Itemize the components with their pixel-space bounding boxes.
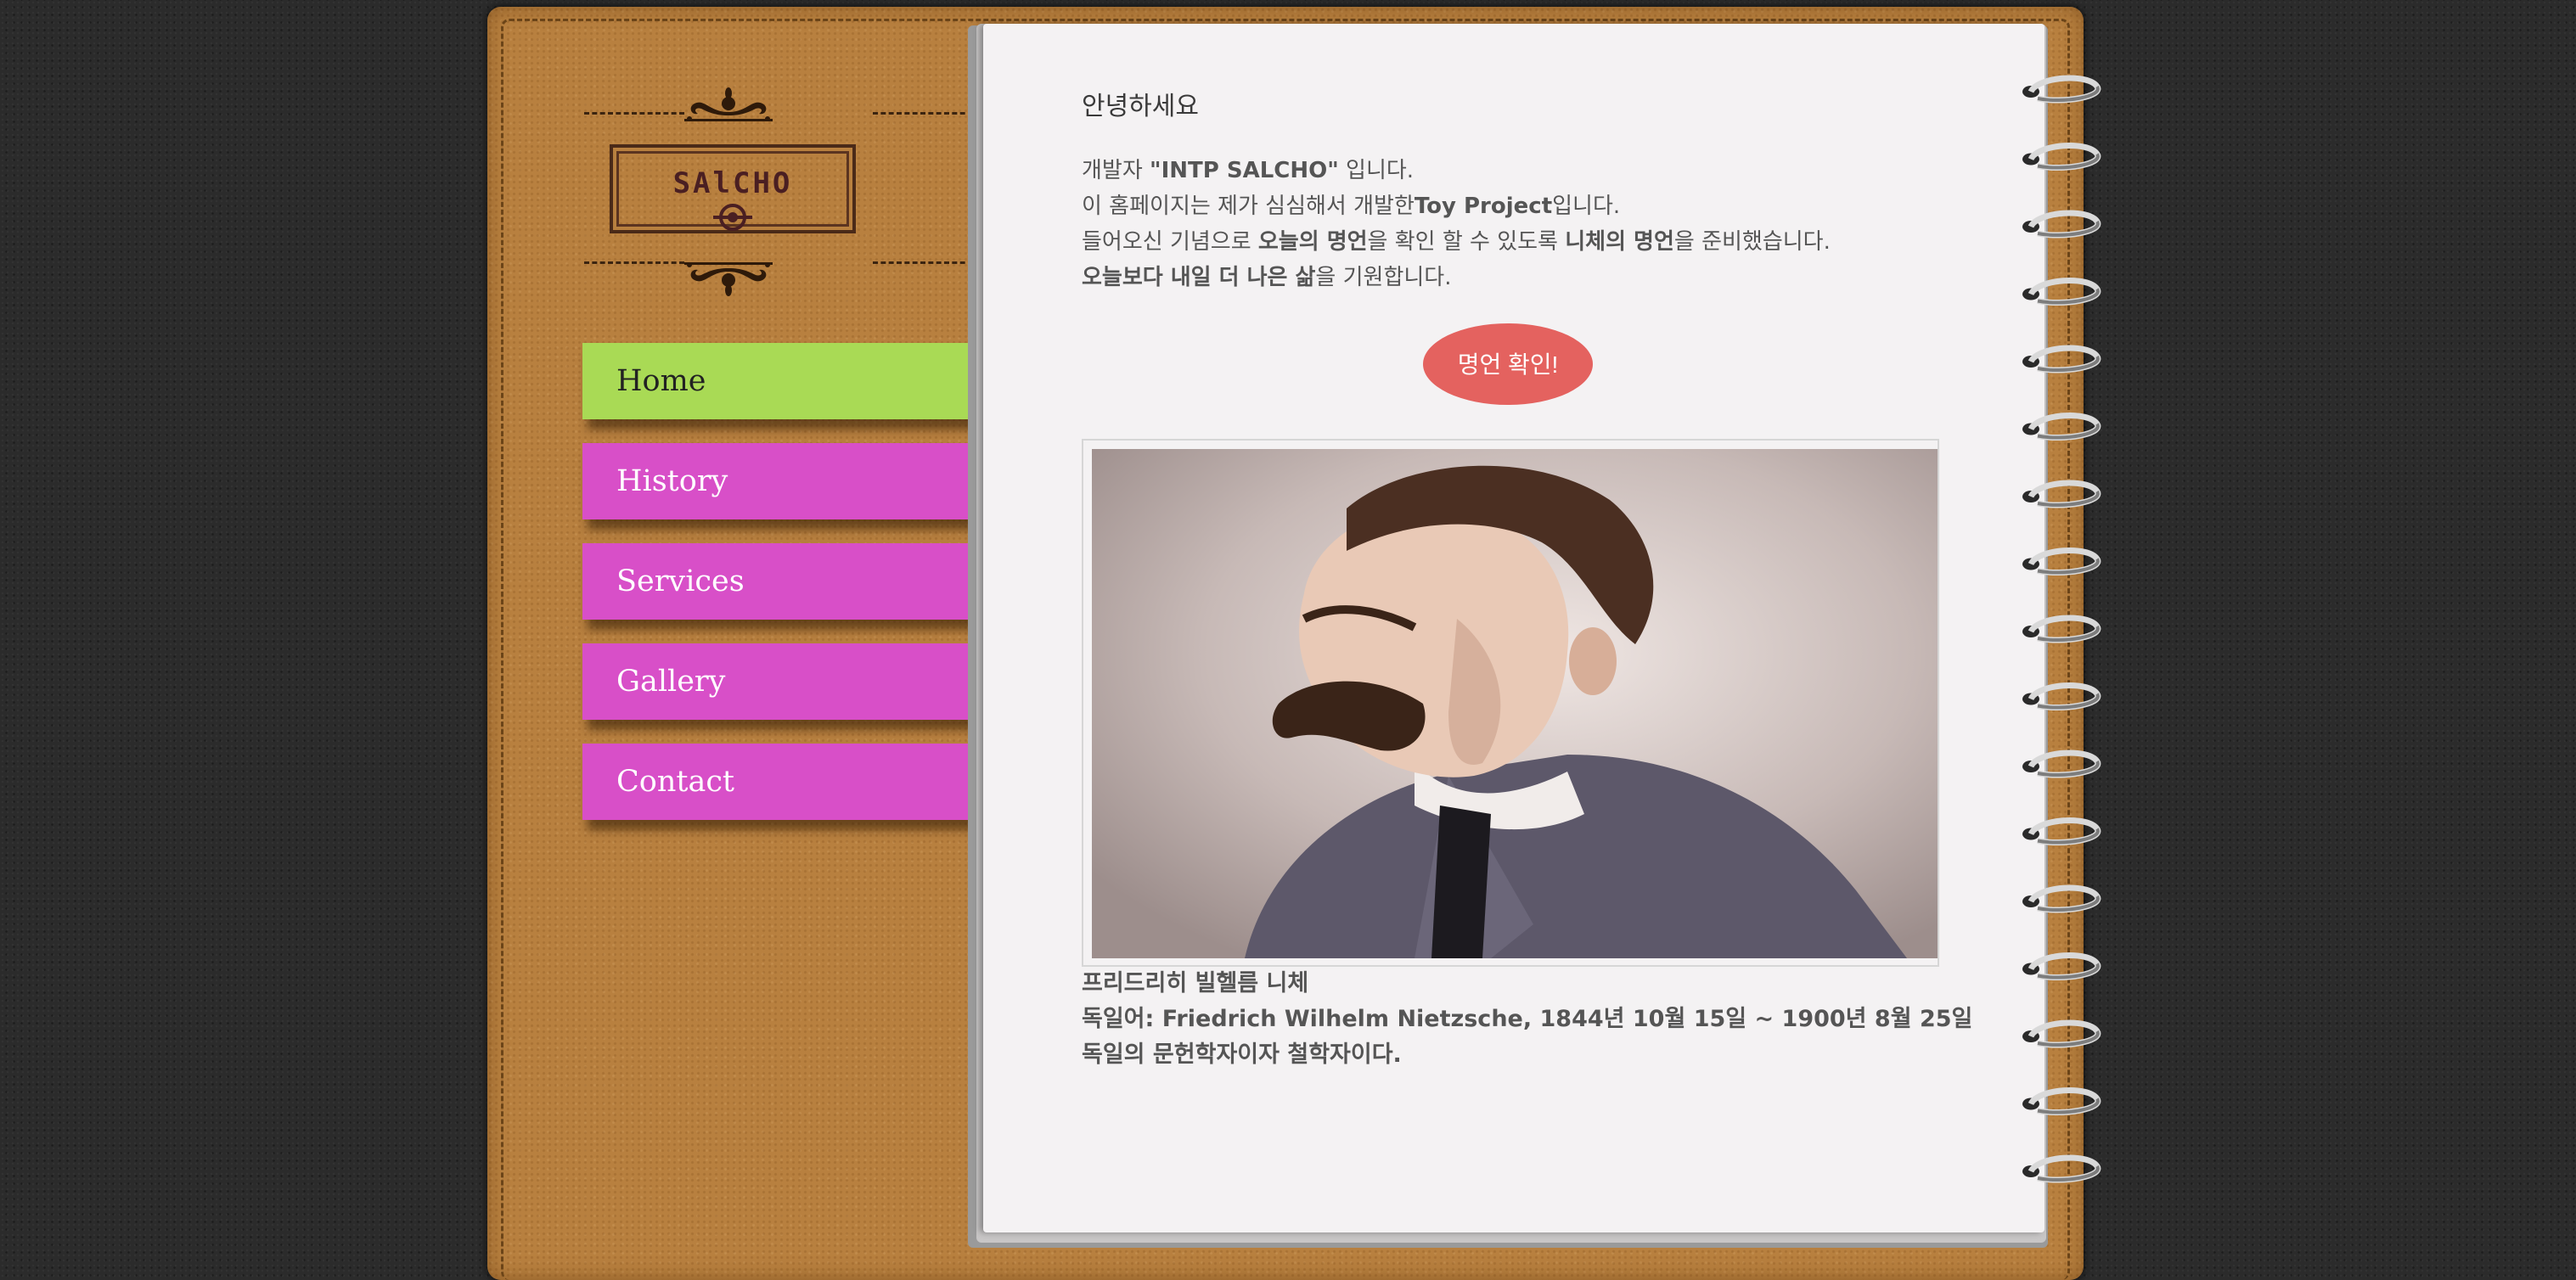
binding-ring-icon	[2022, 480, 2101, 508]
binding-ring-icon	[2022, 682, 2101, 710]
binding-ring-icon	[2022, 75, 2101, 104]
intro-emphasis: 오늘보다 내일 더 나은 삶	[1082, 265, 1316, 290]
logo-stamp: SAlCHO	[610, 144, 856, 233]
binding-ring-icon	[2022, 143, 2101, 171]
intro-line-3: 들어오신 기념으로 오늘의 명언을 확인 할 수 있도록 니체의 명언을 준비했…	[1082, 224, 1831, 260]
greeting-heading: 안녕하세요	[1082, 92, 1199, 121]
binding-ring-icon	[2022, 547, 2101, 575]
binding-ring-icon	[2022, 1154, 2101, 1183]
binding-ring-icon	[2022, 884, 2101, 913]
divider	[873, 112, 973, 115]
nav-item-gallery[interactable]: Gallery	[582, 643, 970, 720]
intro-text: 개발자 "INTP SALCHO" 입니다. 이 홈페이지는 제가 심심해서 개…	[1082, 153, 1831, 295]
binding-ring-icon	[2022, 1019, 2101, 1048]
check-quote-button[interactable]: 명언 확인!	[1423, 323, 1593, 405]
nietzsche-portrait-image	[1092, 449, 1938, 958]
nav-item-services[interactable]: Services	[582, 543, 970, 620]
portrait-frame	[1082, 439, 1939, 967]
intro-emphasis: Toy Project	[1414, 194, 1553, 219]
binding-ring-icon	[2022, 1087, 2101, 1115]
intro-text-part: 을 기원합니다.	[1315, 265, 1452, 290]
intro-emphasis: 오늘의 명언	[1257, 229, 1368, 255]
divider	[584, 261, 684, 264]
binding-ring-icon	[2022, 345, 2101, 373]
site-logo[interactable]: SAlCHO	[584, 76, 973, 296]
binding-ring-icon	[2022, 952, 2101, 980]
intro-line-1: 개발자 "INTP SALCHO" 입니다.	[1082, 153, 1831, 188]
logo-text: SAlCHO	[672, 166, 793, 200]
caption-description: 독일의 문헌학자이자 철학자이다.	[1082, 1041, 1402, 1068]
portrait-caption: 프리드리히 빌헬름 니체 독일어: Friedrich Wilhelm Niet…	[1082, 966, 1972, 1073]
intro-text-part: 입니다.	[1552, 194, 1621, 219]
target-ornament-icon	[713, 204, 752, 231]
binding-ring-icon	[2022, 413, 2101, 441]
caption-name: 프리드리히 빌헬름 니체	[1082, 970, 1309, 996]
nav-item-home[interactable]: Home	[582, 343, 978, 419]
spiral-binding-rings	[2022, 75, 2101, 1183]
intro-line-2: 이 홈페이지는 제가 심심해서 개발한Toy Project입니다.	[1082, 188, 1831, 224]
nav-item-contact[interactable]: Contact	[582, 744, 970, 820]
binding-ring-icon	[2022, 210, 2101, 239]
intro-text-part: 들어오신 기념으로	[1082, 229, 1258, 255]
intro-text-part: 입니다.	[1338, 158, 1415, 183]
divider	[873, 261, 973, 264]
binding-ring-icon	[2022, 615, 2101, 643]
intro-text-part: 개발자	[1082, 158, 1150, 183]
intro-text-part: 을 확인 할 수 있도록	[1367, 229, 1566, 255]
divider	[584, 112, 684, 115]
intro-emphasis: "INTP SALCHO"	[1150, 158, 1339, 183]
flourish-bottom-icon	[684, 262, 773, 296]
nav-item-history[interactable]: History	[582, 443, 970, 519]
binding-ring-icon	[2022, 749, 2101, 778]
intro-emphasis: 니체의 명언	[1565, 229, 1674, 255]
caption-german: 독일어: Friedrich Wilhelm Nietzsche, 1844년 …	[1082, 1006, 1973, 1032]
binding-ring-icon	[2022, 278, 2101, 306]
intro-text-part: 이 홈페이지는 제가 심심해서 개발한	[1082, 194, 1415, 219]
flourish-top-icon	[684, 87, 773, 121]
binding-ring-icon	[2022, 817, 2101, 845]
intro-line-4: 오늘보다 내일 더 나은 삶을 기원합니다.	[1082, 260, 1831, 295]
intro-text-part: 을 준비했습니다.	[1673, 229, 1831, 255]
